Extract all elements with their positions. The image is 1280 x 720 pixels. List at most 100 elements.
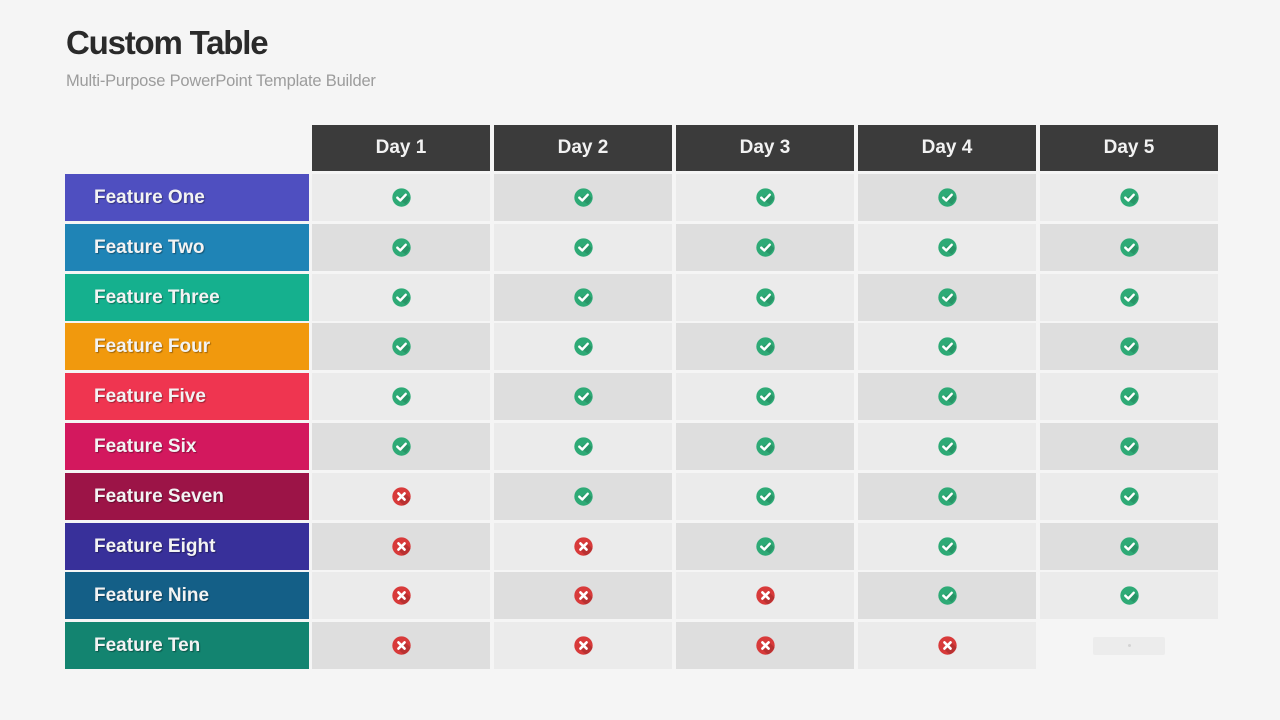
table-cell bbox=[312, 373, 490, 420]
check-icon bbox=[937, 187, 958, 208]
cross-icon bbox=[573, 585, 594, 606]
table-cell bbox=[858, 323, 1036, 370]
table-cell bbox=[676, 224, 854, 271]
table-cell bbox=[312, 323, 490, 370]
table-cell bbox=[676, 423, 854, 470]
table-cell bbox=[312, 473, 490, 520]
table-cell bbox=[1040, 323, 1218, 370]
check-icon bbox=[1119, 486, 1140, 507]
cross-icon bbox=[391, 536, 412, 557]
table-cell bbox=[312, 622, 490, 669]
cross-icon bbox=[391, 585, 412, 606]
table-cell bbox=[676, 572, 854, 619]
table-cell bbox=[1040, 274, 1218, 321]
check-icon bbox=[937, 237, 958, 258]
table-cell bbox=[312, 423, 490, 470]
feature-label: Feature Eight bbox=[65, 523, 309, 570]
check-icon bbox=[573, 187, 594, 208]
table-cell bbox=[494, 622, 672, 669]
table-cell bbox=[858, 274, 1036, 321]
check-icon bbox=[1119, 187, 1140, 208]
feature-label: Feature Nine bbox=[65, 572, 309, 619]
check-icon bbox=[573, 486, 594, 507]
table-cell bbox=[1040, 423, 1218, 470]
table-cell bbox=[494, 373, 672, 420]
table-cell bbox=[312, 174, 490, 221]
check-icon bbox=[573, 386, 594, 407]
cross-icon bbox=[573, 536, 594, 557]
check-icon bbox=[1119, 436, 1140, 457]
cross-icon bbox=[755, 635, 776, 656]
slide: Custom Table Multi-Purpose PowerPoint Te… bbox=[0, 0, 1280, 720]
feature-label: Feature One bbox=[65, 174, 309, 221]
table-cell bbox=[494, 572, 672, 619]
table-cell bbox=[858, 174, 1036, 221]
check-icon bbox=[937, 536, 958, 557]
column-header-day-2: Day 2 bbox=[494, 125, 672, 171]
column-header-day-4: Day 4 bbox=[858, 125, 1036, 171]
check-icon bbox=[1119, 585, 1140, 606]
feature-label: Feature Ten bbox=[65, 622, 309, 669]
table-cell bbox=[494, 523, 672, 570]
table-cell bbox=[858, 523, 1036, 570]
table-cell bbox=[312, 224, 490, 271]
table-cell bbox=[1040, 224, 1218, 271]
table-cell bbox=[312, 274, 490, 321]
check-icon bbox=[1119, 287, 1140, 308]
table-cell bbox=[1040, 373, 1218, 420]
table-cell bbox=[494, 473, 672, 520]
check-icon bbox=[391, 237, 412, 258]
check-icon bbox=[937, 436, 958, 457]
table-cell bbox=[494, 323, 672, 370]
check-icon bbox=[937, 287, 958, 308]
check-icon bbox=[573, 436, 594, 457]
table-cell bbox=[676, 473, 854, 520]
feature-label: Feature Five bbox=[65, 373, 309, 420]
check-icon bbox=[755, 237, 776, 258]
check-icon bbox=[755, 336, 776, 357]
slide-subtitle: Multi-Purpose PowerPoint Template Builde… bbox=[66, 72, 376, 90]
cross-icon bbox=[937, 635, 958, 656]
feature-label: Feature Two bbox=[65, 224, 309, 271]
check-icon bbox=[1119, 237, 1140, 258]
check-icon bbox=[1119, 386, 1140, 407]
cross-icon bbox=[755, 585, 776, 606]
table-cell bbox=[1040, 523, 1218, 570]
table-cell bbox=[1040, 622, 1218, 669]
check-icon bbox=[755, 287, 776, 308]
table-cell bbox=[1040, 473, 1218, 520]
table-cell bbox=[858, 572, 1036, 619]
column-header-day-5: Day 5 bbox=[1040, 125, 1218, 171]
check-icon bbox=[573, 237, 594, 258]
table-cell bbox=[858, 473, 1036, 520]
check-icon bbox=[755, 486, 776, 507]
check-icon bbox=[1119, 336, 1140, 357]
cross-icon bbox=[573, 635, 594, 656]
table-cell bbox=[676, 523, 854, 570]
feature-label: Feature Three bbox=[65, 274, 309, 321]
table-cell bbox=[312, 572, 490, 619]
table-cell bbox=[676, 373, 854, 420]
table-cell bbox=[858, 622, 1036, 669]
check-icon bbox=[755, 436, 776, 457]
empty-placeholder bbox=[1093, 636, 1165, 655]
cross-icon bbox=[391, 486, 412, 507]
check-icon bbox=[573, 287, 594, 308]
check-icon bbox=[391, 436, 412, 457]
table-cell bbox=[494, 274, 672, 321]
slide-title: Custom Table bbox=[66, 24, 269, 61]
table-cell bbox=[676, 622, 854, 669]
table-cell bbox=[494, 174, 672, 221]
check-icon bbox=[1119, 536, 1140, 557]
placeholder-dot bbox=[1127, 644, 1131, 647]
table-cell bbox=[312, 523, 490, 570]
check-icon bbox=[937, 585, 958, 606]
table-cell bbox=[494, 423, 672, 470]
check-icon bbox=[391, 336, 412, 357]
table-cell bbox=[1040, 572, 1218, 619]
cross-icon bbox=[391, 635, 412, 656]
check-icon bbox=[391, 386, 412, 407]
check-icon bbox=[937, 386, 958, 407]
feature-label: Feature Four bbox=[65, 323, 309, 370]
table-cell bbox=[1040, 174, 1218, 221]
